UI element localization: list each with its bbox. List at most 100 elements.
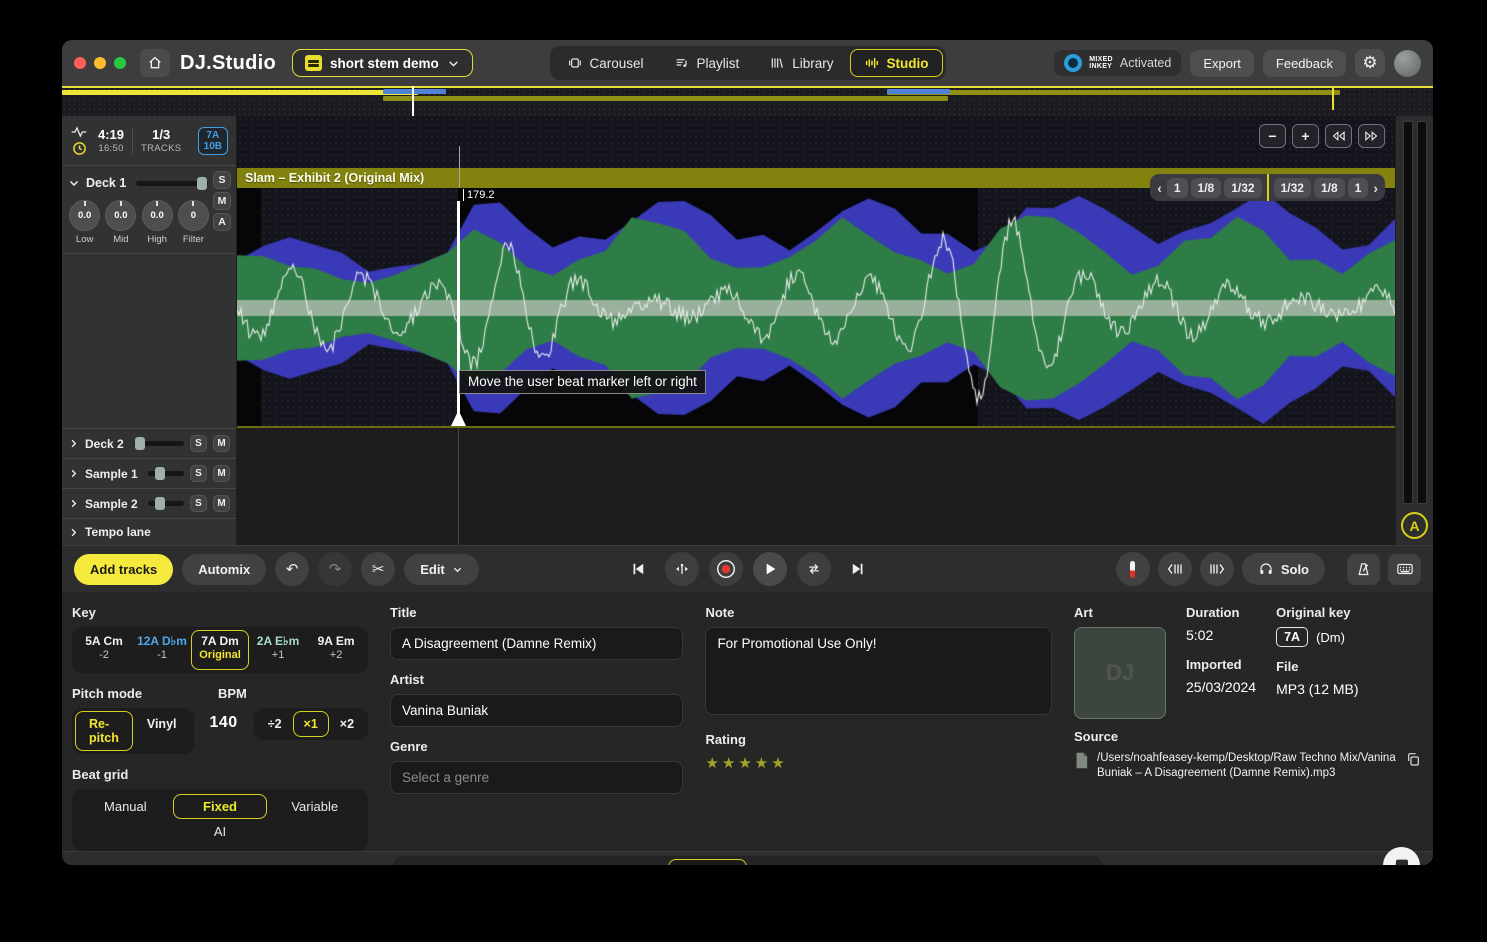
cut-button[interactable]: ✂ [361, 552, 395, 586]
solo-button[interactable]: Solo [1242, 553, 1325, 585]
waveform-canvas[interactable] [237, 188, 1395, 428]
chevron-right-icon[interactable] [68, 498, 79, 509]
skip-to-start-button[interactable] [621, 552, 655, 586]
add-tracks-button[interactable]: Add tracks [74, 554, 173, 585]
chevron-down-icon[interactable] [68, 177, 80, 189]
sample1-solo-button[interactable]: S [190, 465, 207, 482]
sample1-mute-button[interactable]: M [213, 465, 230, 482]
add-beat-marker-button[interactable] [1116, 552, 1150, 586]
nav-tab-library[interactable]: Library [755, 49, 847, 77]
maximize-window-button[interactable] [114, 57, 126, 69]
timeline-playhead[interactable] [412, 86, 414, 116]
zoom-out-button[interactable]: − [1259, 124, 1286, 148]
note-textarea[interactable]: For Promotional Use Only! [705, 627, 1052, 715]
zoom-preset-button[interactable]: 1/8 [1191, 178, 1222, 198]
deck2-mute-button[interactable]: M [213, 435, 230, 452]
automix-button[interactable]: Automix [182, 554, 266, 585]
mid-knob[interactable]: 0.0 Mid [104, 200, 137, 245]
tab-master[interactable]: Master [916, 859, 1002, 865]
copy-path-button[interactable] [1405, 751, 1421, 767]
deck1-solo-button[interactable]: S [213, 171, 231, 189]
settings-button[interactable]: ⚙ [1355, 49, 1385, 77]
timeline-track3-bar[interactable] [887, 90, 1339, 95]
close-window-button[interactable] [74, 57, 86, 69]
deck2-solo-button[interactable]: S [190, 435, 207, 452]
undo-button[interactable]: ↶ [275, 552, 309, 586]
slider-handle[interactable] [135, 437, 145, 450]
timeline-transition2-bar[interactable] [887, 89, 950, 94]
nav-tab-playlist[interactable]: Playlist [660, 49, 754, 77]
preset-next-button[interactable]: › [1371, 180, 1380, 196]
tab-video[interactable]: Video [749, 859, 828, 865]
bpm-x2-option[interactable]: ×2 [329, 711, 365, 737]
tab-zoom[interactable]: Zoom [396, 859, 474, 865]
beatgrid-ai-option[interactable]: AI [78, 819, 362, 844]
keyboard-shortcuts-button[interactable] [1388, 554, 1421, 585]
timeline-track2-bar[interactable] [383, 96, 948, 101]
key-option-7a-dm[interactable]: 7A DmOriginal [191, 630, 249, 670]
low-knob[interactable]: 0.0 Low [68, 200, 101, 245]
fast-forward-button[interactable] [1358, 124, 1385, 148]
rewind-button[interactable] [1325, 124, 1352, 148]
timeline-track1-bar[interactable] [62, 90, 418, 95]
pitch-vinyl-option[interactable]: Vinyl [133, 711, 191, 751]
zoom-preset-button[interactable]: 1/32 [1274, 178, 1311, 198]
nudge-left-button[interactable] [1158, 552, 1192, 586]
nav-tab-studio[interactable]: Studio [850, 49, 943, 77]
filter-knob[interactable]: 0 Filter [177, 200, 210, 245]
slider-handle[interactable] [155, 467, 165, 480]
album-art-placeholder[interactable]: DJ [1074, 627, 1166, 719]
export-button[interactable]: Export [1190, 50, 1254, 77]
zoom-preset-button[interactable]: 1/32 [1224, 178, 1261, 198]
sample1-volume-slider[interactable] [148, 471, 184, 476]
deck1-volume-slider[interactable] [136, 181, 208, 186]
slider-handle[interactable] [197, 177, 207, 190]
feedback-button[interactable]: Feedback [1263, 50, 1346, 77]
key-option-5a-cm[interactable]: 5A Cm-2 [75, 630, 133, 670]
zoom-preset-button[interactable]: 1 [1167, 178, 1188, 198]
tab-transition[interactable]: Transition [564, 859, 666, 865]
skip-to-end-button[interactable] [841, 552, 875, 586]
sample2-solo-button[interactable]: S [190, 495, 207, 512]
bpm-x1-option[interactable]: ×1 [293, 711, 329, 737]
waveform-display[interactable]: 179.2 Move the user beat marker left or … [237, 188, 1395, 428]
snap-playhead-button[interactable] [665, 552, 699, 586]
high-knob[interactable]: 0.0 High [141, 200, 174, 245]
timeline-marker[interactable] [1332, 86, 1334, 110]
deck1-mute-button[interactable]: M [213, 192, 231, 210]
loop-button[interactable] [797, 552, 831, 586]
mix-keys-badge[interactable]: 7A 10B [198, 127, 228, 155]
title-input[interactable] [390, 627, 683, 660]
tab-effects[interactable]: Effects [830, 859, 915, 865]
play-button[interactable] [753, 552, 787, 586]
sample2-mute-button[interactable]: M [213, 495, 230, 512]
tab-samples[interactable]: Samples [1004, 859, 1100, 865]
bpm-value[interactable]: 140 [208, 708, 240, 738]
home-button[interactable] [140, 49, 170, 77]
deck1-automation-button[interactable]: A [213, 213, 231, 231]
slider-handle[interactable] [155, 497, 165, 510]
zoom-in-button[interactable]: + [1292, 124, 1319, 148]
avatar[interactable] [1394, 50, 1421, 77]
sample2-volume-slider[interactable] [148, 501, 184, 506]
chevron-right-icon[interactable] [68, 468, 79, 479]
zoom-preset-button[interactable]: 1 [1348, 178, 1369, 198]
chevron-right-icon[interactable] [68, 438, 79, 449]
deck2-volume-slider[interactable] [134, 441, 184, 446]
nudge-right-button[interactable] [1200, 552, 1234, 586]
bpm-half-option[interactable]: ÷2 [257, 711, 293, 737]
minimize-window-button[interactable] [94, 57, 106, 69]
rating-stars[interactable]: ★★★★★ [705, 754, 1052, 772]
automix-indicator[interactable]: A [1401, 512, 1428, 539]
genre-input[interactable] [390, 761, 683, 794]
key-option-12a-dbm[interactable]: 12A D♭m-1 [133, 630, 191, 670]
metronome-button[interactable] [1347, 554, 1380, 585]
zoom-preset-button[interactable]: 1/8 [1314, 178, 1345, 198]
tab-playlist[interactable]: Playlist [476, 859, 562, 865]
tempo-lane[interactable]: Tempo lane [62, 518, 236, 545]
key-option-9a-em[interactable]: 9A Em+2 [307, 630, 365, 670]
project-selector[interactable]: short stem demo [292, 49, 473, 77]
mixedinkey-status[interactable]: MIXEDINKEY Activated [1054, 50, 1181, 76]
tab-track[interactable]: Track [668, 859, 747, 865]
beatgrid-variable-option[interactable]: Variable [267, 794, 362, 819]
